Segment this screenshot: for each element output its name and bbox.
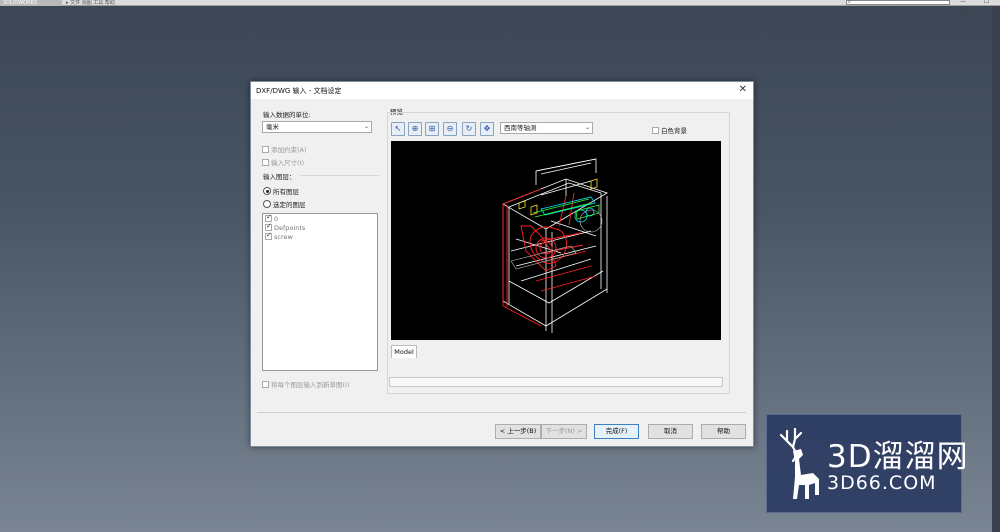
zoom-fit-icon[interactable]: ⊕ xyxy=(408,122,422,136)
import-dimensions-label: 输入尺寸(I) xyxy=(271,159,304,167)
tab-model[interactable]: Model xyxy=(391,345,417,358)
app-toolbar: SOLIDWORKS ▸ 文件 视图 工具 帮助 ⌕ — ☐ ✕ xyxy=(0,0,1000,12)
layer-check-icon xyxy=(265,231,272,240)
radio-selected-icon xyxy=(263,187,271,195)
layer-list: 0 Defpoints screw xyxy=(262,213,378,371)
selected-layers-label: 选定的图层 xyxy=(273,201,306,209)
chevron-down-icon: ⌄ xyxy=(363,123,369,130)
group-divider xyxy=(300,175,379,176)
watermark-en-text: 3D66.COM xyxy=(827,472,937,494)
units-label: 输入数据的单位: xyxy=(263,111,311,119)
watermark-logo: 3D溜溜网 3D66.COM xyxy=(766,414,968,513)
units-select-value: 毫米 xyxy=(266,123,279,131)
each-layer-check-icon xyxy=(262,381,269,388)
dialog-title: DXF/DWG 输入 - 文档设定 xyxy=(256,87,342,95)
layer-name: screw xyxy=(274,233,293,241)
white-background-checkbox[interactable]: 白色背景 xyxy=(652,125,687,135)
white-background-label: 白色背景 xyxy=(661,127,687,135)
deer-icon xyxy=(779,427,819,499)
help-button[interactable]: 帮助 xyxy=(701,424,746,439)
layer-check-icon xyxy=(265,213,272,222)
import-dimensions-checkbox[interactable]: 输入尺寸(I) xyxy=(262,157,304,167)
cad-wireframe-drawing xyxy=(502,158,608,333)
layer-item-screw[interactable]: screw xyxy=(265,231,293,241)
dialog-titlebar: DXF/DWG 输入 - 文档设定 ✕ xyxy=(251,82,753,99)
search-input[interactable]: ⌕ xyxy=(846,0,950,5)
zoom-in-out-icon[interactable]: ⊖ xyxy=(443,122,457,136)
progress-status-box xyxy=(389,377,723,387)
layer-name: 0 xyxy=(274,215,279,223)
add-constraints-label: 添加约束(A) xyxy=(271,146,307,154)
import-dimensions-check-icon xyxy=(262,159,269,166)
preview-canvas[interactable] xyxy=(391,141,721,340)
import-layers-label: 输入图层： xyxy=(263,173,296,181)
search-icon: ⌕ xyxy=(848,0,851,5)
view-orientation-select[interactable]: 西南等轴测 ⌄ xyxy=(500,122,593,134)
app-menu-strip[interactable]: ▸ 文件 视图 工具 帮助 xyxy=(66,0,115,6)
select-tool-icon[interactable]: ↖ xyxy=(391,122,405,136)
app-name: SOLIDWORKS xyxy=(0,0,62,6)
all-layers-radio[interactable]: 所有图层 xyxy=(263,186,299,196)
cancel-button[interactable]: 取消 xyxy=(648,424,693,439)
view-orientation-value: 西南等轴测 xyxy=(504,124,537,132)
layer-check-icon xyxy=(265,222,272,231)
rotate-icon[interactable]: ↻ xyxy=(462,122,476,136)
layer-name: Defpoints xyxy=(274,224,306,232)
zoom-area-icon[interactable]: ⊞ xyxy=(425,122,439,136)
add-constraints-check-icon xyxy=(262,146,269,153)
right-panel-edge xyxy=(992,6,1000,532)
footer-divider xyxy=(257,412,746,413)
close-icon[interactable]: ✕ xyxy=(739,84,747,95)
chevron-down-icon: ⌄ xyxy=(584,124,590,131)
add-constraints-checkbox[interactable]: 添加约束(A) xyxy=(262,144,307,154)
pan-icon[interactable]: ✥ xyxy=(480,122,494,136)
each-layer-new-sketch-checkbox[interactable]: 将每个图层输入到新草图(I) xyxy=(262,379,350,389)
white-background-check-icon xyxy=(652,127,659,134)
selected-layers-radio[interactable]: 选定的图层 xyxy=(263,199,306,209)
radio-empty-icon xyxy=(263,200,271,208)
units-select[interactable]: 毫米 ⌄ xyxy=(262,121,372,133)
finish-button[interactable]: 完成(F) xyxy=(594,424,639,439)
all-layers-label: 所有图层 xyxy=(273,188,299,196)
back-button[interactable]: < 上一步(B) xyxy=(495,424,541,439)
watermark-cn-text: 3D溜溜网 xyxy=(827,439,969,475)
next-button[interactable]: 下一步(N) > xyxy=(541,424,587,439)
each-layer-new-sketch-label: 将每个图层输入到新草图(I) xyxy=(271,381,350,389)
